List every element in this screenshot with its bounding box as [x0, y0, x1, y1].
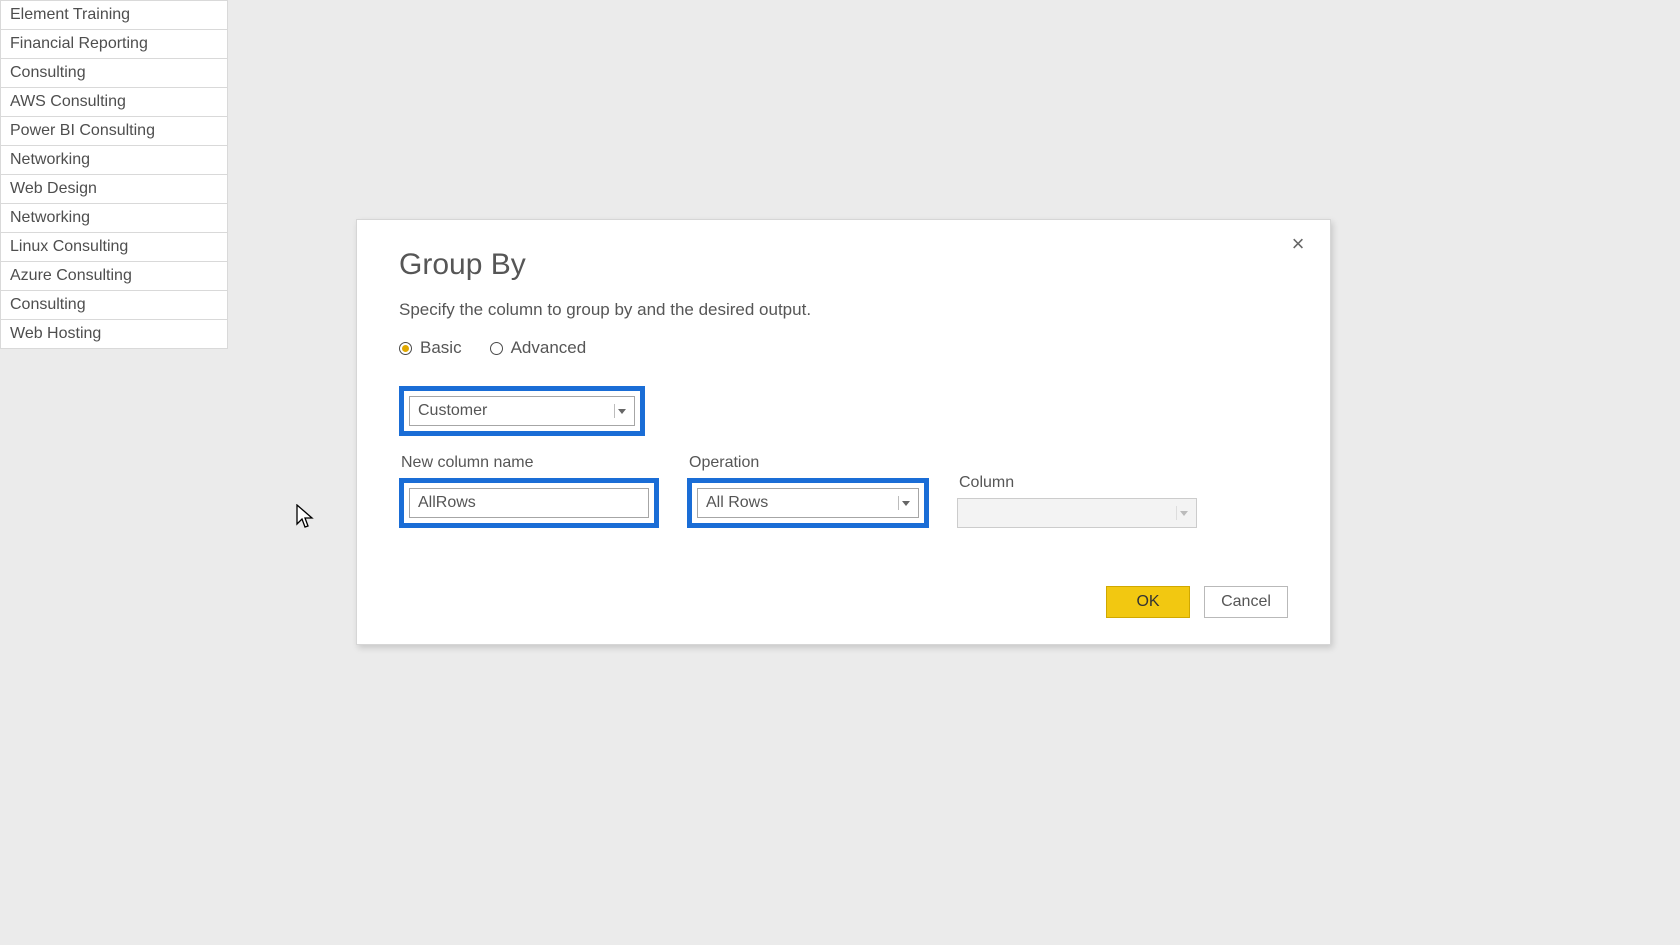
- operation-highlight: All Rows: [687, 478, 929, 528]
- dialog-subtitle: Specify the column to group by and the d…: [399, 300, 1288, 320]
- list-item[interactable]: Financial Reporting: [1, 29, 227, 58]
- chevron-down-icon: [1176, 506, 1190, 520]
- radio-selected-icon: [399, 342, 412, 355]
- list-item[interactable]: Web Design: [1, 174, 227, 203]
- column-label: Column: [959, 474, 1197, 492]
- list-item[interactable]: Networking: [1, 145, 227, 174]
- list-item[interactable]: Element Training: [1, 0, 227, 29]
- dialog-footer: OK Cancel: [399, 586, 1288, 618]
- output-fields-row: New column name Operation All Rows Colum…: [399, 454, 1288, 528]
- group-by-dialog: × Group By Specify the column to group b…: [356, 219, 1331, 645]
- groupby-column-value: Customer: [418, 402, 487, 420]
- list-item[interactable]: AWS Consulting: [1, 87, 227, 116]
- radio-unselected-icon: [490, 342, 503, 355]
- operation-value: All Rows: [706, 494, 768, 512]
- column-select: [957, 498, 1197, 528]
- radio-basic-label: Basic: [420, 338, 462, 358]
- new-column-name-label: New column name: [401, 454, 659, 472]
- list-item[interactable]: Linux Consulting: [1, 232, 227, 261]
- new-column-name-input[interactable]: [409, 488, 649, 518]
- operation-select[interactable]: All Rows: [697, 488, 919, 518]
- chevron-down-icon: [614, 404, 628, 418]
- data-column-list: Element Training Financial Reporting Con…: [0, 0, 228, 349]
- groupby-highlight: Customer: [399, 386, 645, 436]
- chevron-down-icon: [898, 496, 912, 510]
- list-item[interactable]: Azure Consulting: [1, 261, 227, 290]
- list-item[interactable]: Power BI Consulting: [1, 116, 227, 145]
- close-icon[interactable]: ×: [1286, 232, 1310, 256]
- dialog-title: Group By: [399, 248, 1288, 282]
- operation-label: Operation: [689, 454, 929, 472]
- mouse-cursor-icon: [296, 504, 314, 530]
- ok-button[interactable]: OK: [1106, 586, 1190, 618]
- groupby-column-select[interactable]: Customer: [409, 396, 635, 426]
- mode-radio-group: Basic Advanced: [399, 338, 1288, 358]
- list-item[interactable]: Networking: [1, 203, 227, 232]
- list-item[interactable]: Consulting: [1, 290, 227, 319]
- list-item[interactable]: Consulting: [1, 58, 227, 87]
- radio-basic[interactable]: Basic: [399, 338, 462, 358]
- list-item[interactable]: Web Hosting: [1, 319, 227, 348]
- radio-advanced-label: Advanced: [511, 338, 587, 358]
- new-column-highlight: [399, 478, 659, 528]
- cancel-button[interactable]: Cancel: [1204, 586, 1288, 618]
- radio-advanced[interactable]: Advanced: [490, 338, 587, 358]
